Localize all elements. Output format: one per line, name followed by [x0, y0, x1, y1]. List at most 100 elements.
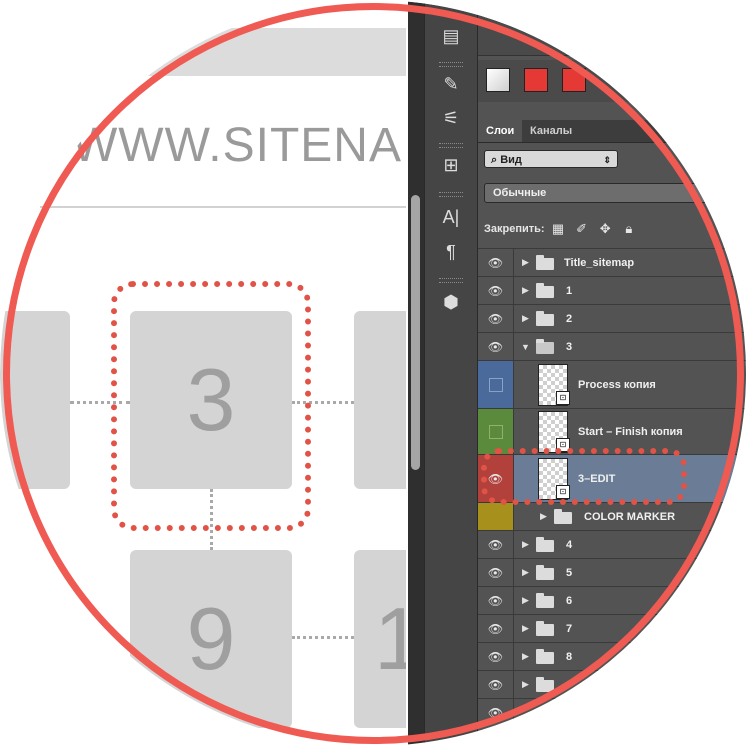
expand-arrow-icon[interactable]: ▶ [522, 305, 529, 332]
expand-arrow-icon[interactable]: ▶ [522, 587, 529, 614]
panel-grip[interactable] [439, 192, 463, 197]
swatch-row [478, 60, 746, 102]
layer-filter-select[interactable]: ⌕ Вид ⇕ [484, 150, 618, 168]
layer-name: 1 [566, 284, 573, 297]
layer-row[interactable]: 👁︎ ▼ 3 [478, 332, 746, 360]
blend-mode-select[interactable]: Обычные [484, 183, 746, 203]
layer-color-tag[interactable] [478, 503, 514, 530]
panel-grip[interactable] [439, 62, 463, 67]
swatch-item[interactable] [562, 68, 586, 92]
eye-icon[interactable]: 👁︎ [478, 615, 514, 642]
layer-row[interactable]: 👁︎ ▶ 8 [478, 642, 746, 670]
chevron-updown-icon: ⇕ [603, 155, 611, 165]
layer-name: 4 [566, 538, 573, 551]
folder-icon [536, 311, 554, 326]
layer-row[interactable]: 👁︎ ▶ 4 [478, 530, 746, 558]
layer-name: Title_sitemap [564, 256, 635, 269]
paragraph-icon[interactable]: ¶ [437, 240, 465, 264]
character-icon[interactable]: A| [437, 205, 465, 229]
panel-grip[interactable] [439, 278, 463, 283]
lock-transparency-icon[interactable]: ▦ [548, 219, 568, 239]
expand-arrow-icon[interactable]: ▶ [522, 277, 529, 304]
sitemap-tile[interactable] [0, 311, 70, 489]
eye-icon[interactable]: 👁︎ [478, 277, 514, 304]
eye-icon[interactable]: 👁︎ [478, 249, 514, 276]
expand-arrow-icon[interactable]: ▶ [522, 615, 529, 642]
expand-arrow-icon[interactable]: ▶ [522, 671, 529, 698]
swatch-item[interactable] [486, 68, 510, 92]
panel-header [478, 0, 746, 56]
smart-object-icon: ⊡ [556, 391, 570, 405]
layer-row[interactable]: ⊡ Process копия [478, 360, 746, 408]
expand-arrow-icon[interactable]: ▶ [522, 559, 529, 586]
folder-icon [536, 677, 554, 692]
tab-channels[interactable]: Каналы [522, 120, 580, 142]
filter-label: Вид [500, 154, 522, 166]
collapse-arrow-icon[interactable]: ▼ [521, 333, 530, 360]
eye-icon[interactable]: 👁︎ [478, 671, 514, 698]
folder-icon [536, 621, 554, 636]
folder-icon [536, 593, 554, 608]
brush-presets-icon[interactable]: ✎ [437, 72, 465, 96]
tab-layers[interactable]: Слои [478, 120, 523, 142]
layer-row[interactable]: 👁︎ ▶ 1 [478, 276, 746, 304]
expand-arrow-icon[interactable]: ▶ [540, 503, 547, 530]
circular-clip: WWW.SITENA 3 9 1 ▤ ✎ ⚟ ⊞ A| ¶ ⬢ Слои Кан… [0, 0, 746, 746]
scrollbar-thumb[interactable] [411, 195, 420, 470]
divider-line [40, 206, 406, 208]
sitemap-tile[interactable] [354, 311, 406, 489]
eye-icon[interactable]: 👁︎ [478, 333, 514, 360]
expand-arrow-icon[interactable]: ▶ [522, 249, 529, 276]
lock-label: Закрепить: [484, 223, 545, 235]
layer-row[interactable]: 👁︎ ▶ 2 [478, 304, 746, 332]
expand-arrow-icon[interactable]: ▶ [522, 643, 529, 670]
folder-icon [536, 565, 554, 580]
expand-arrow-icon[interactable]: ▶ [522, 531, 529, 558]
layer-row[interactable]: 👁︎ ▶ 5 [478, 558, 746, 586]
layer-name: 6 [566, 594, 573, 607]
layer-name: COLOR MARKER [584, 510, 676, 523]
layer-color-tag[interactable] [478, 361, 514, 408]
layers-panel: Слои Каналы ⌕ Вид ⇕ Обычные Закрепить: ▦… [478, 0, 746, 746]
layer-row[interactable]: ▶ COLOR MARKER [478, 502, 746, 530]
layer-row[interactable]: 👁︎ ▶ 7 [478, 614, 746, 642]
folder-icon [536, 649, 554, 664]
3d-cube-icon[interactable]: ⬢ [437, 290, 465, 314]
eye-icon[interactable]: 👁︎ [478, 305, 514, 332]
folder-icon [536, 255, 554, 270]
document-canvas[interactable]: WWW.SITENA 3 9 1 [0, 0, 406, 746]
lock-all-icon[interactable]: 🔒︎ [619, 219, 639, 239]
layer-name: Process копия [578, 378, 656, 391]
lock-position-icon[interactable]: ✥ [595, 219, 615, 239]
panel-grip[interactable] [439, 143, 463, 148]
tool-presets-icon[interactable]: ▤ [437, 24, 465, 48]
clone-source-icon[interactable]: ⊞ [437, 153, 465, 177]
sitemap-tile[interactable]: 1 [354, 550, 406, 728]
layer-row[interactable]: 👁︎ [478, 698, 746, 726]
layer-row[interactable]: 👁︎ ▶ [478, 670, 746, 698]
layer-name: 2 [566, 312, 573, 325]
eye-icon[interactable]: 👁︎ [478, 531, 514, 558]
sitemap-tile[interactable]: 9 [130, 550, 292, 728]
lock-paint-icon[interactable]: ✐ [572, 219, 592, 239]
search-icon: ⌕ [491, 154, 501, 166]
folder-icon [536, 283, 554, 298]
swatch-item[interactable] [524, 68, 548, 92]
layer-name: 8 [566, 650, 573, 663]
eye-icon[interactable]: 👁︎ [478, 699, 514, 726]
eye-icon[interactable]: 👁︎ [478, 587, 514, 614]
connector-line [292, 636, 354, 639]
layer-row[interactable]: 👁︎ ▶ Title_sitemap [478, 248, 746, 276]
lock-options: ▦ ✐ ✥ 🔒︎ [548, 219, 639, 239]
open-folder-icon [536, 339, 554, 354]
header-placeholder-bar [60, 28, 406, 76]
brush-settings-icon[interactable]: ⚟ [437, 106, 465, 130]
site-title: WWW.SITENA [72, 119, 402, 172]
panel-tabs: Слои Каналы [478, 120, 746, 143]
layer-row[interactable]: 👁︎ ▶ 6 [478, 586, 746, 614]
folder-icon [554, 509, 572, 524]
zoomed-screenshot: WWW.SITENA 3 9 1 ▤ ✎ ⚟ ⊞ A| ¶ ⬢ Слои Кан… [0, 0, 747, 747]
eye-icon[interactable]: 👁︎ [478, 643, 514, 670]
eye-icon[interactable]: 👁︎ [478, 559, 514, 586]
folder-icon [536, 537, 554, 552]
